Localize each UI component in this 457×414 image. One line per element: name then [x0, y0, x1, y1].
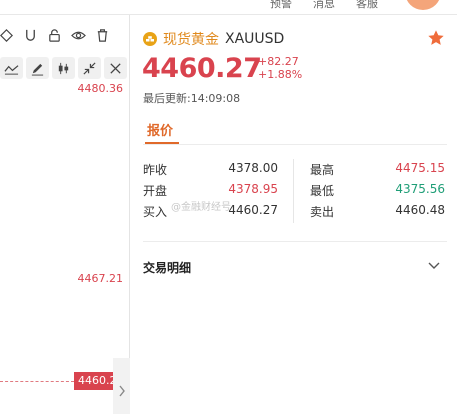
nav-support[interactable]: 客服 — [356, 0, 378, 11]
tab-quote[interactable]: 报价 — [147, 120, 173, 139]
lock-icon[interactable] — [42, 23, 66, 47]
last-update: 最后更新:14:09:08 — [143, 90, 240, 106]
chevron-right-icon — [118, 385, 125, 397]
tab-separator — [143, 144, 447, 145]
last-price: 4460.27 — [142, 53, 262, 84]
symbol-header: 现货黄金 XAUUSD — [143, 29, 284, 49]
change-amount: +82.27 — [258, 55, 299, 68]
trash-icon[interactable] — [90, 23, 114, 47]
quote-label: 最高 — [310, 163, 335, 177]
symbol-code: XAUUSD — [225, 31, 285, 47]
quote-value: 4460.48 — [395, 203, 445, 217]
quote-label: 昨收 — [143, 163, 168, 177]
quote-grid-divider — [293, 159, 294, 223]
shrink-icon[interactable] — [78, 57, 101, 79]
chart-toolbar-bottom — [0, 56, 130, 80]
eye-icon[interactable] — [66, 23, 90, 47]
update-time: 14:09:08 — [190, 92, 241, 105]
last-price-line — [0, 381, 74, 382]
update-label: 最后更新: — [143, 92, 191, 105]
quote-panel: 现货黄金 XAUUSD 4460.27 +82.27 +1.88% 最后更新:1… — [131, 15, 457, 414]
trade-detail-title[interactable]: 交易明细 — [143, 259, 191, 276]
quote-label: 卖出 — [310, 205, 335, 219]
quote-row: 昨收 4378.00 最高 4475.15 — [143, 161, 447, 182]
price-level-label: 4467.21 — [77, 272, 124, 285]
quote-label: 开盘 — [143, 184, 168, 198]
gold-bars-icon — [143, 32, 157, 46]
price-level-label: 4480.36 — [77, 82, 124, 95]
quote-value: 4475.15 — [395, 161, 445, 175]
expand-handle[interactable] — [113, 358, 130, 414]
quote-value: 4460.27 — [228, 203, 278, 217]
nav-alert[interactable]: 预警 — [270, 0, 292, 11]
symbol-name: 现货黄金 — [163, 32, 219, 48]
pencil-icon[interactable] — [26, 57, 49, 79]
quote-value: 4378.95 — [228, 182, 278, 196]
chevron-down-icon[interactable] — [428, 261, 440, 271]
magnet-icon[interactable] — [18, 23, 42, 47]
candlestick-icon[interactable] — [52, 57, 75, 79]
change-percent: +1.88% — [258, 68, 303, 81]
diamond-icon[interactable] — [0, 23, 18, 47]
chart-toolbar-top — [0, 23, 114, 47]
watermark: @金融财经号 — [171, 202, 231, 213]
avatar[interactable] — [405, 0, 441, 10]
price-change: +82.27 +1.88% — [258, 55, 302, 81]
top-nav: 预警 消息 客服 — [0, 0, 457, 15]
quote-grid: 昨收 4378.00 最高 4475.15 开盘 4378.95 最低 4375.56 买入 44… — [143, 161, 447, 224]
quote-label: 买入 — [143, 205, 168, 219]
quote-value: 4375.56 — [395, 182, 445, 196]
quote-value: 4378.00 — [228, 161, 278, 175]
nav-messages[interactable]: 消息 — [313, 0, 335, 11]
close-icon[interactable] — [104, 57, 127, 79]
star-icon[interactable] — [427, 29, 445, 47]
chart-panel[interactable]: 4480.36 4467.21 4460.27 — [0, 15, 130, 414]
quote-label: 最低 — [310, 184, 335, 198]
section-separator — [143, 241, 447, 242]
line-chart-icon[interactable] — [0, 57, 23, 79]
